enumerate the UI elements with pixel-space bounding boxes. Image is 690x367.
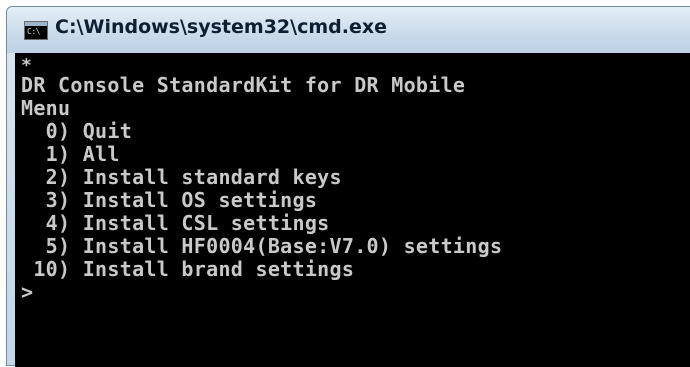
window-title: C:\Windows\system32\cmd.exe: [55, 16, 387, 38]
console-line-menu-label: Menu: [21, 96, 71, 120]
cmd-window: C:\ C:\Windows\system32\cmd.exe * DR Con…: [6, 6, 690, 367]
menu-option-all: 1) All: [21, 142, 120, 166]
menu-option-brand-settings: 10) Install brand settings: [21, 257, 355, 281]
title-bar[interactable]: C:\ C:\Windows\system32\cmd.exe: [7, 7, 690, 53]
menu-option-hf0004-settings: 5) Install HF0004(Base:V7.0) settings: [21, 234, 503, 258]
menu-option-csl-settings: 4) Install CSL settings: [21, 211, 330, 235]
cmd-icon-titlebar: [25, 22, 47, 26]
command-prompt[interactable]: >: [21, 281, 690, 304]
console-line-asterisk: *: [21, 55, 33, 76]
menu-option-os-settings: 3) Install OS settings: [21, 188, 318, 212]
cmd-icon-label: C:\: [27, 27, 40, 36]
console-output[interactable]: * DR Console StandardKit for DR Mobile M…: [15, 53, 690, 367]
menu-option-quit: 0) Quit: [21, 119, 133, 143]
menu-option-standard-keys: 2) Install standard keys: [21, 165, 342, 189]
console-line-heading: DR Console StandardKit for DR Mobile: [21, 73, 466, 97]
cmd-app-icon[interactable]: C:\: [24, 21, 48, 40]
